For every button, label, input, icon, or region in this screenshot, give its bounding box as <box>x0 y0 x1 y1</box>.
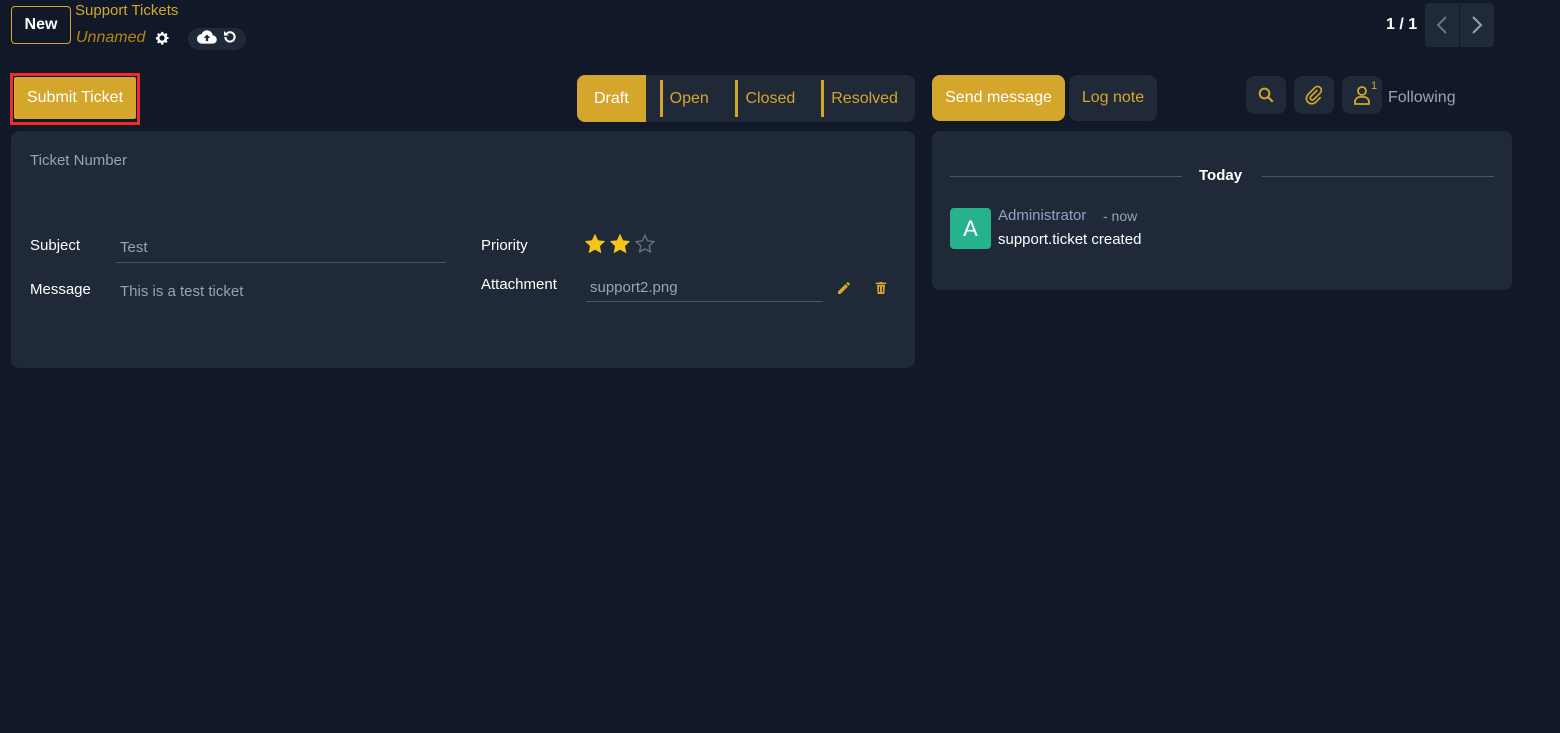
message-time: - now <box>1103 208 1138 224</box>
subject-label: Subject <box>30 237 81 254</box>
user-icon <box>1354 86 1370 105</box>
subject-underline <box>116 262 446 263</box>
pager-buttons <box>1425 3 1494 47</box>
new-button[interactable]: New <box>11 6 71 44</box>
star-icon[interactable] <box>584 233 606 255</box>
attachment-label: Attachment <box>481 276 557 293</box>
attachment-underline <box>586 301 823 302</box>
trash-icon[interactable] <box>873 280 889 296</box>
log-note-button[interactable]: Log note <box>1069 75 1157 121</box>
search-icon <box>1258 87 1274 103</box>
ticket-number-label: Ticket Number <box>30 152 127 169</box>
attachments-button[interactable] <box>1294 76 1334 114</box>
pager-value[interactable]: 1 / 1 <box>1386 16 1417 34</box>
attachment-filename[interactable]: support2.png <box>590 279 678 296</box>
send-message-button[interactable]: Send message <box>932 75 1065 121</box>
status-draft[interactable]: Draft <box>577 75 646 122</box>
pencil-icon[interactable] <box>836 280 852 296</box>
message-body: support.ticket created <box>998 231 1142 248</box>
status-resolved[interactable]: Resolved <box>821 75 915 122</box>
date-separator-line-right <box>1262 176 1494 177</box>
date-separator-line-left <box>950 176 1182 177</box>
undo-icon[interactable] <box>222 29 238 50</box>
record-name: Unnamed <box>76 29 146 46</box>
chevron-left-icon[interactable] <box>1425 3 1459 47</box>
message-label: Message <box>30 281 91 298</box>
subject-field[interactable]: Test <box>120 239 148 256</box>
date-separator: Today <box>1199 167 1243 184</box>
breadcrumb-support-tickets[interactable]: Support Tickets <box>75 2 178 19</box>
follower-count: 1 <box>1371 80 1378 92</box>
star-icon[interactable] <box>634 233 656 255</box>
search-messages-button[interactable] <box>1246 76 1286 114</box>
status-bar: Draft Open Closed Resolved <box>577 75 915 122</box>
message-field[interactable]: This is a test ticket <box>120 283 243 300</box>
record-actions <box>188 28 246 50</box>
status-closed[interactable]: Closed <box>735 75 821 122</box>
annotation-highlight-box <box>10 73 140 125</box>
priority-label: Priority <box>481 237 528 254</box>
following-button[interactable]: Following <box>1388 89 1456 107</box>
paperclip-icon <box>1305 85 1323 105</box>
chevron-right-icon[interactable] <box>1459 3 1493 47</box>
cloud-upload-icon[interactable] <box>196 29 217 50</box>
gear-icon[interactable] <box>153 29 171 47</box>
avatar[interactable]: A <box>950 208 991 249</box>
message-author[interactable]: Administrator <box>998 207 1086 224</box>
star-icon[interactable] <box>609 233 631 255</box>
priority-stars <box>584 233 656 255</box>
status-open[interactable]: Open <box>659 75 736 122</box>
